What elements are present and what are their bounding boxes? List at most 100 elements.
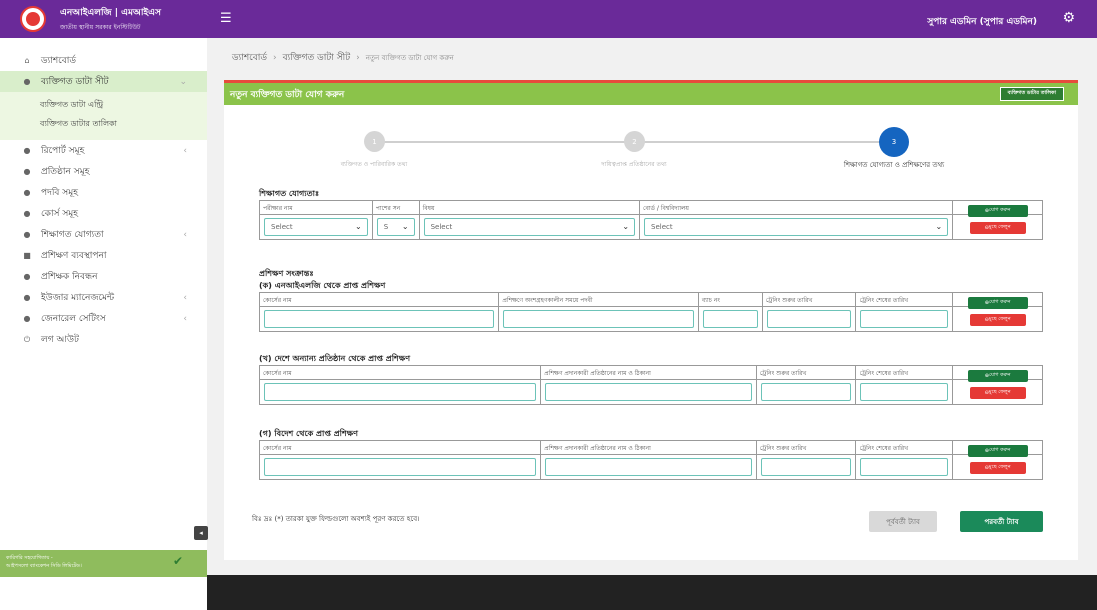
sidebar-item-user-management[interactable]: ● ইউজার ম্যানেজমেন্ট ‹ xyxy=(0,287,207,308)
book-icon: ■ xyxy=(23,251,31,260)
col-header: ট্রেনিং শুরুর তারিখ xyxy=(757,441,857,454)
training-start-date-input[interactable] xyxy=(766,310,852,328)
sidebar-item-general-settings[interactable]: ● জেনারেল সেটিংস ‹ xyxy=(0,308,207,329)
sidebar-item-label: শিক্ষাগত যোগ্যতা xyxy=(41,230,104,240)
step-2-circle[interactable]: 2 xyxy=(624,131,645,152)
institution-name-address-input[interactable] xyxy=(545,458,752,476)
batch-no-input[interactable] xyxy=(702,310,758,328)
user-icon: ● xyxy=(23,209,31,218)
submenu-item-entry[interactable]: ব্যক্তিগত ডাটা এন্ট্রি xyxy=(0,96,207,115)
col-header: ট্রেনিং শেষের তারিখ xyxy=(856,293,954,306)
col-header: প্রশিক্ষণ প্রদানকারী প্রতিষ্ঠানের নাম ও … xyxy=(541,441,757,454)
step-2-label: দায়িত্বপ্রাপ্ত প্রতিষ্ঠানের তথ্য xyxy=(601,161,667,168)
user-icon: ● xyxy=(23,77,31,86)
user-menu[interactable]: সুপার এডমিন (সুপার এডমিন) xyxy=(927,14,1037,29)
step-connector xyxy=(384,141,634,143)
col-header: বোর্ড / বিশ্ববিদ্যালয় xyxy=(640,201,954,214)
exam-name-select[interactable]: Select ⌄ xyxy=(264,218,368,236)
institution-name-address-input[interactable] xyxy=(545,383,752,401)
chevron-left-icon: ‹ xyxy=(183,145,187,156)
passing-year-select[interactable]: S ⌄ xyxy=(376,218,415,236)
collapse-sidebar-button[interactable]: ◂ xyxy=(194,526,208,540)
remove-training-b-button[interactable]: ⊖ মুছে ফেলুন xyxy=(969,387,1026,399)
submenu: ব্যক্তিগত ডাটা এন্ট্রি ব্যক্তিগত ডাটার ত… xyxy=(0,92,207,140)
sidebar: এনআইএলজি | এমআইএস জাতীয় স্থানীয় সরকার … xyxy=(0,0,208,610)
developer-logo-icon: ✔ xyxy=(172,554,183,568)
remove-training-a-button[interactable]: ⊖ মুছে ফেলুন xyxy=(969,314,1026,326)
brand-title[interactable]: এনআইএলজি | এমআইএস xyxy=(60,5,161,20)
col-header: কোর্সের নাম xyxy=(260,441,542,454)
sidebar-item-label: ব্যক্তিগত ডাটা সীট xyxy=(41,77,109,87)
col-header: প্রশিক্ষণে অংশগ্রহণকালীন সময়ে পদবী xyxy=(499,293,699,306)
chevron-down-icon: ⌄ xyxy=(401,222,409,231)
user-icon: ● xyxy=(23,272,31,281)
sidebar-item-logout[interactable]: ⏻ লগ আউট xyxy=(0,329,207,350)
brand-bar: এনআইএলজি | এমআইএস জাতীয় স্থানীয় সরকার … xyxy=(0,0,207,38)
sidebar-item-training-management[interactable]: ■ প্রশিক্ষণ ব্যবস্থাপনা xyxy=(0,245,207,266)
training-end-date-input[interactable] xyxy=(860,383,949,401)
sidebar-item-dashboard[interactable]: ⌂ ড্যাশবোর্ড xyxy=(0,50,207,71)
education-table: পরীক্ষার নাম পাশের সন বিষয় বোর্ড / বিশ্… xyxy=(259,200,1043,240)
breadcrumb-home[interactable]: ড্যাশবোর্ড xyxy=(232,53,267,63)
personal-data-list-button[interactable]: ব্যক্তিগত ডাটার তালিকা xyxy=(999,87,1064,101)
sidebar-item-designations[interactable]: ● পদবি সমূহ xyxy=(0,182,207,203)
board-university-select[interactable]: Select ⌄ xyxy=(644,218,949,236)
training-start-date-input[interactable] xyxy=(760,383,852,401)
sidebar-item-courses[interactable]: ● কোর্স সমূহ xyxy=(0,203,207,224)
sidebar-item-qualifications[interactable]: ● শিক্ষাগত যোগ্যতা ‹ xyxy=(0,224,207,245)
chevron-down-icon: ⌄ xyxy=(179,76,187,87)
step-1-circle[interactable]: 1 xyxy=(364,131,385,152)
sidebar-item-personal-data[interactable]: ● ব্যক্তিগত ডাটা সীট ⌄ xyxy=(0,71,207,92)
designation-input[interactable] xyxy=(503,310,694,328)
submenu-item-list[interactable]: ব্যক্তিগত ডাটার তালিকা xyxy=(0,115,207,134)
panel-title: নতুন ব্যক্তিগত ডাটা যোগ করুন xyxy=(230,89,345,100)
step-3-circle[interactable]: 3 xyxy=(879,127,909,157)
home-icon: ⌂ xyxy=(24,56,30,65)
brand-subtitle: জাতীয় স্থানীয় সরকার ইনস্টিটিউট xyxy=(60,24,141,31)
add-training-a-button[interactable]: ⊕ যোগ করুন xyxy=(967,297,1028,309)
col-header: ট্রেনিং শেষের তারিখ xyxy=(856,441,954,454)
add-education-button[interactable]: ⊕ যোগ করুন xyxy=(967,205,1028,217)
course-name-input[interactable] xyxy=(264,458,537,476)
col-header: প্রশিক্ষণ প্রদানকারী প্রতিষ্ঠানের নাম ও … xyxy=(541,366,757,379)
form-panel: নতুন ব্যক্তিগত ডাটা যোগ করুন ব্যক্তিগত ড… xyxy=(224,80,1078,560)
sidebar-menu: ⌂ ড্যাশবোর্ড ● ব্যক্তিগত ডাটা সীট ⌄ ব্যক্তি… xyxy=(0,38,207,350)
sidebar-item-label: প্রতিষ্ঠান সমূহ xyxy=(41,167,90,177)
step-1-label: ব্যক্তিগত ও পারিবারিক তথ্য xyxy=(340,161,408,168)
breadcrumb-section[interactable]: ব্যক্তিগত ডাটা সীট xyxy=(283,53,350,63)
course-name-input[interactable] xyxy=(264,310,495,328)
panel-header: নতুন ব্যক্তিগত ডাটা যোগ করুন ব্যক্তিগত ড… xyxy=(224,83,1078,105)
training-end-date-input[interactable] xyxy=(860,310,949,328)
step-3-label: শিক্ষাগত যোগ্যতা ও প্রশিক্ষণের তথ্য xyxy=(843,161,945,169)
user-icon: ● xyxy=(23,293,31,302)
hamburger-icon[interactable]: ☰ xyxy=(220,12,232,25)
chevron-left-icon: ‹ xyxy=(183,313,187,324)
stepper: 1 2 3 ব্যক্তিগত ও পারিবারিক তথ্য দায়িত্… xyxy=(224,127,1078,171)
chevron-down-icon: ⌄ xyxy=(622,222,630,231)
col-header: পাশের সন xyxy=(373,201,420,214)
gear-icon[interactable]: ⚙ xyxy=(1062,10,1075,26)
sidebar-item-label: প্রশিক্ষণ ব্যবস্থাপনা xyxy=(41,251,107,261)
sidebar-item-trainer-registration[interactable]: ● প্রশিক্ষক নিবন্ধন xyxy=(0,266,207,287)
sidebar-item-institutions[interactable]: ● প্রতিষ্ঠান সমূহ xyxy=(0,161,207,182)
page-footer xyxy=(207,575,1097,610)
add-training-b-button[interactable]: ⊕ যোগ করুন xyxy=(967,370,1028,382)
remove-education-button[interactable]: ⊖ মুছে ফেলুন xyxy=(969,222,1026,234)
chevron-left-icon: ‹ xyxy=(183,229,187,240)
sidebar-item-label: জেনারেল সেটিংস xyxy=(41,314,106,324)
user-icon: ● xyxy=(23,167,31,176)
training-start-date-input[interactable] xyxy=(760,458,852,476)
subject-select[interactable]: Select ⌄ xyxy=(423,218,636,236)
remove-training-c-button[interactable]: ⊖ মুছে ফেলুন xyxy=(969,462,1026,474)
next-tab-button[interactable]: পরবর্তী ট্যাব xyxy=(960,511,1043,532)
col-header: ব্যাচ নং xyxy=(699,293,763,306)
col-header: ট্রেনিং শুরুর তারিখ xyxy=(757,366,857,379)
sidebar-item-label: পদবি সমূহ xyxy=(41,188,78,198)
training-end-date-input[interactable] xyxy=(860,458,949,476)
previous-tab-button[interactable]: পূর্ববর্তী ট্যাব xyxy=(869,511,937,532)
breadcrumb: ড্যাশবোর্ড › ব্যক্তিগত ডাটা সীট › নতুন ব্যক্… xyxy=(232,53,454,63)
chevron-down-icon: ⌄ xyxy=(355,222,362,231)
add-training-c-button[interactable]: ⊕ যোগ করুন xyxy=(967,445,1028,457)
course-name-input[interactable] xyxy=(264,383,537,401)
sidebar-item-reports[interactable]: ● রিপোর্ট সমূহ ‹ xyxy=(0,140,207,161)
